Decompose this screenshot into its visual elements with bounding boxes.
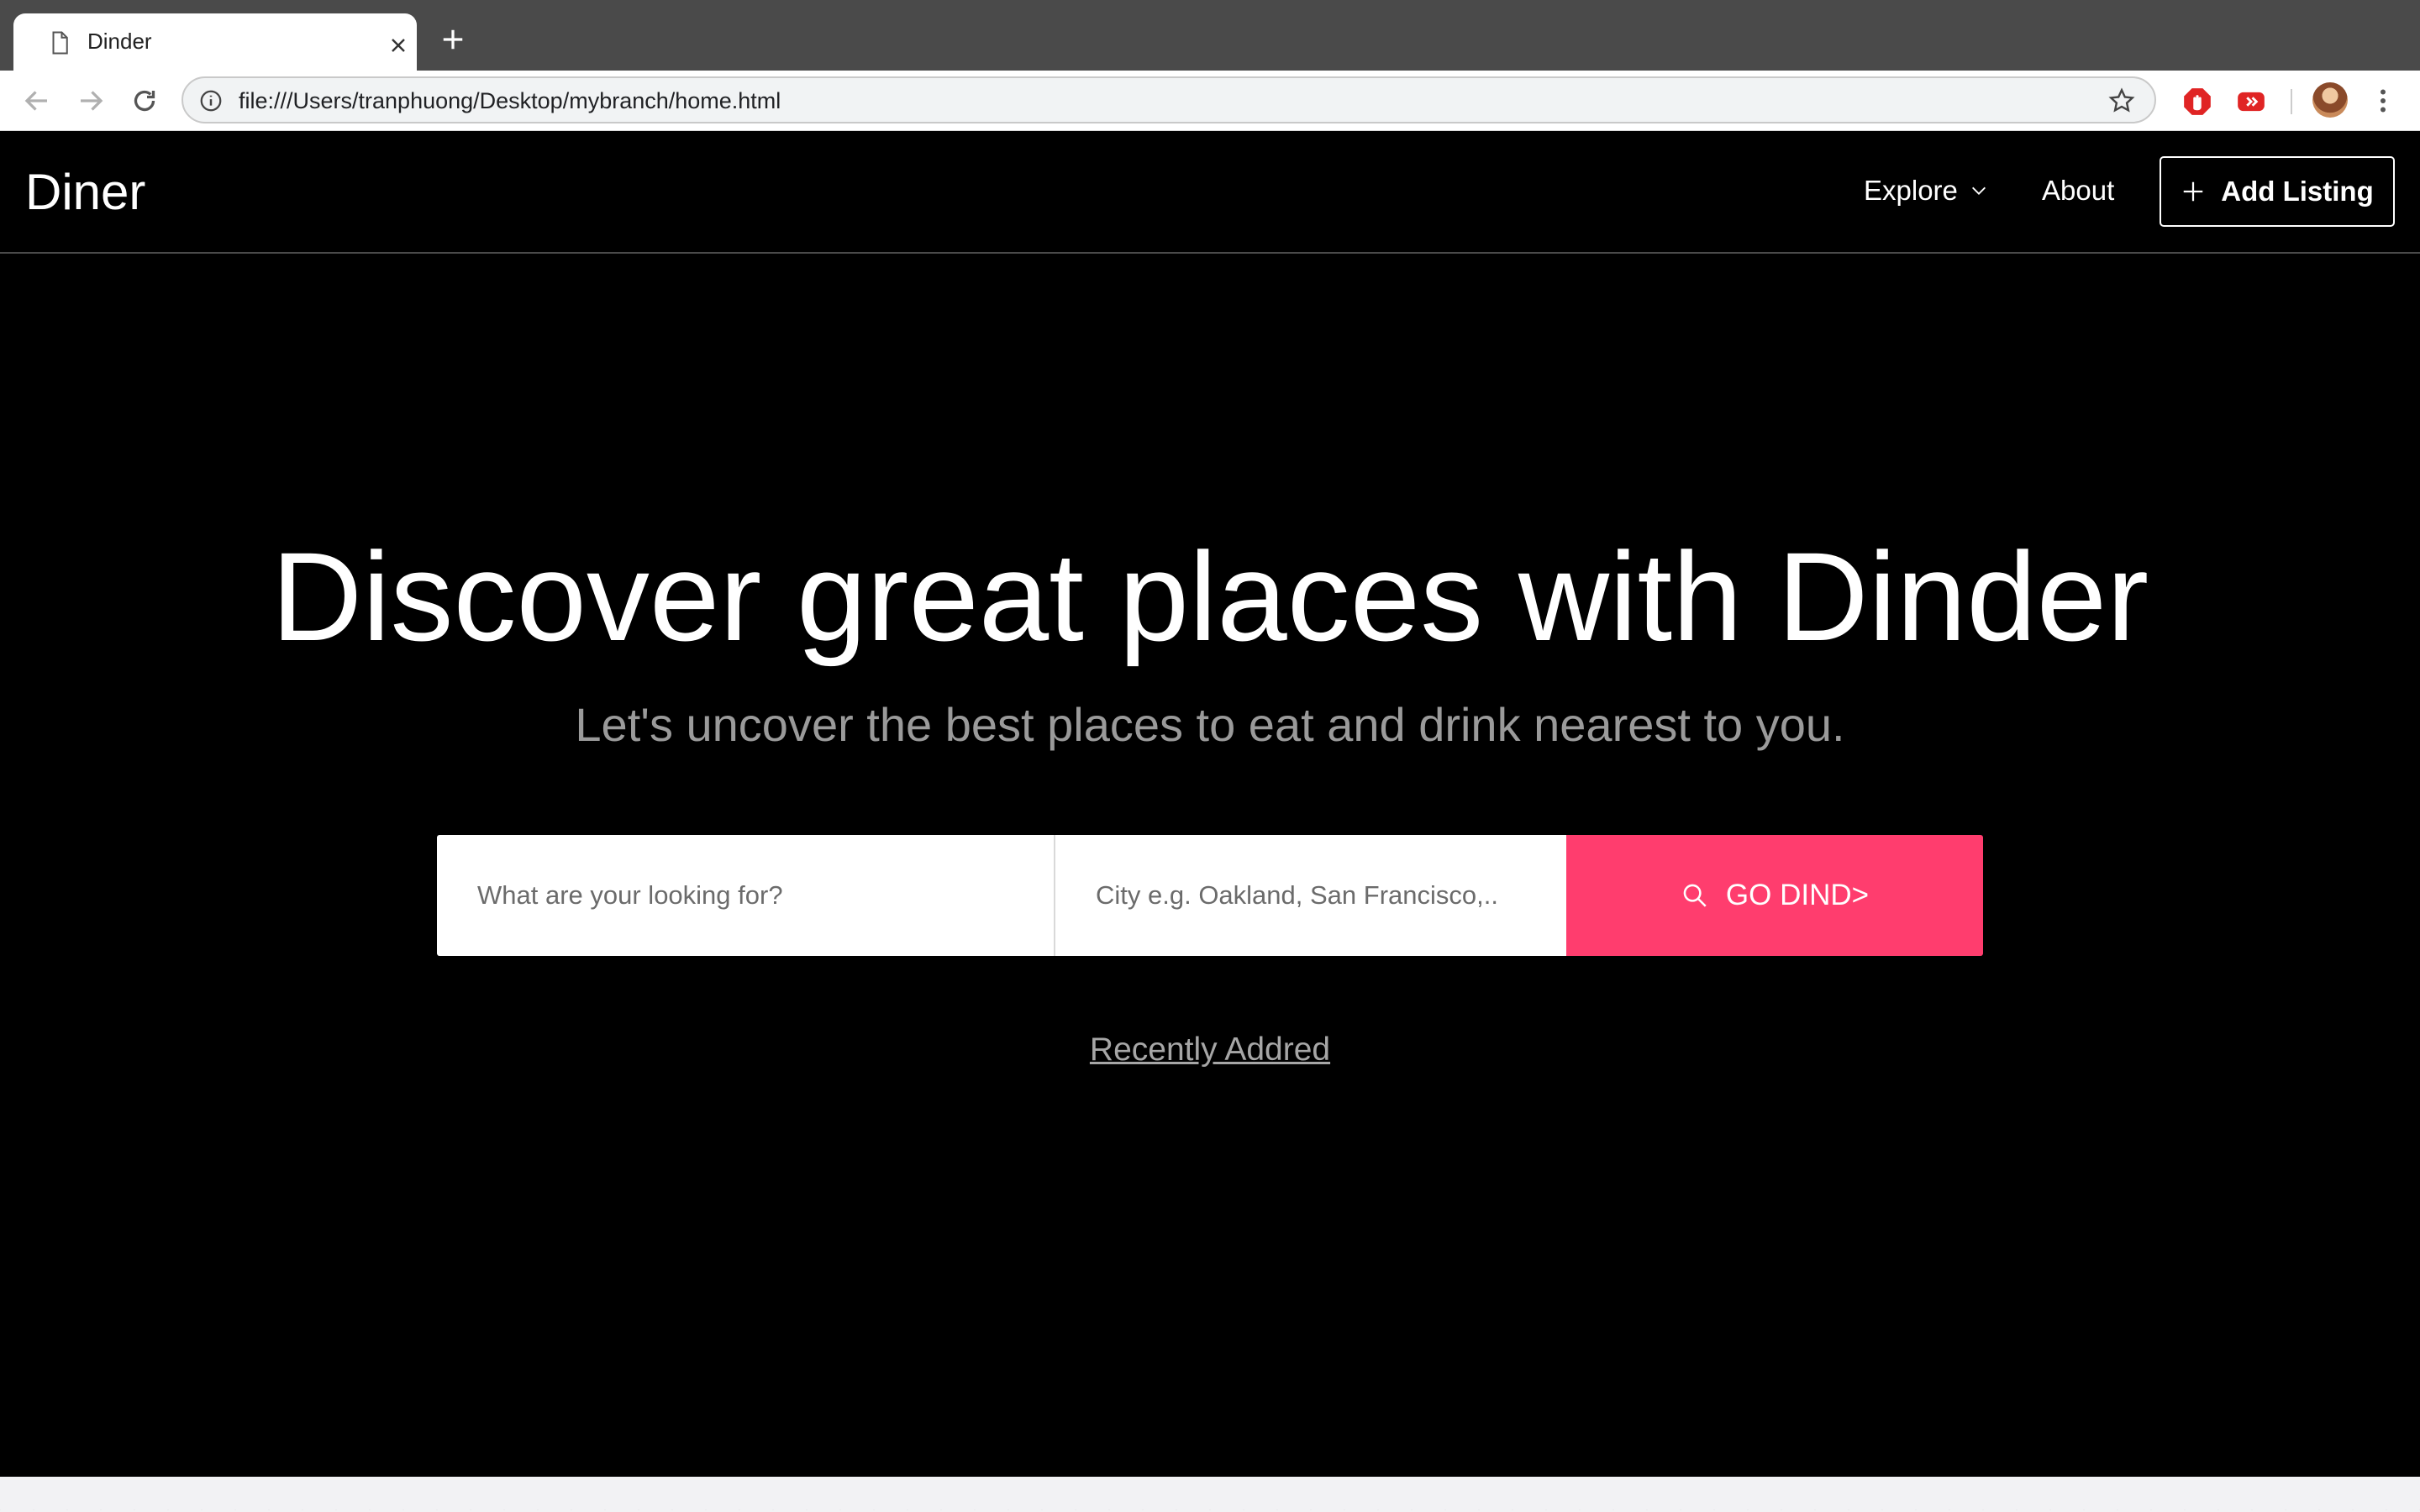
site-logo[interactable]: Diner bbox=[25, 163, 145, 221]
plus-icon[interactable] bbox=[440, 27, 466, 52]
browser-toolbar bbox=[0, 71, 2420, 131]
info-icon[interactable] bbox=[198, 88, 224, 113]
toolbar-separator bbox=[2291, 89, 2292, 114]
nav-explore[interactable]: Explore bbox=[1864, 175, 1988, 207]
browser-tab-strip: Dinder bbox=[0, 0, 2420, 71]
back-arrow-icon[interactable] bbox=[22, 86, 52, 116]
url-field[interactable] bbox=[239, 88, 2003, 114]
recently-added-label[interactable]: Recently Addred bbox=[1090, 1032, 1330, 1068]
recently-added-link[interactable]: Recently Addred bbox=[0, 1032, 2420, 1068]
plus-icon bbox=[2184, 181, 2203, 202]
doc-icon bbox=[52, 31, 68, 55]
add-listing-label: Add Listing bbox=[2221, 176, 2374, 207]
address-bar[interactable] bbox=[182, 76, 2156, 123]
nav-about[interactable]: About bbox=[2042, 175, 2114, 207]
search-button-label: GO DIND> bbox=[1725, 879, 1870, 911]
search-button[interactable]: GO DIND> bbox=[1566, 835, 1983, 956]
search-icon bbox=[1683, 884, 1707, 907]
nav-explore-label: Explore bbox=[1864, 175, 1958, 206]
adblock-icon[interactable] bbox=[2181, 86, 2213, 118]
reload-icon[interactable] bbox=[129, 86, 160, 116]
footer-pattern-strip bbox=[0, 1477, 2420, 1512]
tab-title: Dinder bbox=[87, 29, 152, 54]
site-header: Diner Explore About Add Listing bbox=[0, 131, 2420, 254]
city-input[interactable] bbox=[1055, 835, 1566, 956]
search-input[interactable] bbox=[437, 835, 1055, 956]
hero-subtitle: Let's uncover the best places to eat and… bbox=[575, 698, 1845, 751]
browser-tab[interactable]: Dinder bbox=[13, 13, 417, 71]
hero-title: Discover great places with Dinder bbox=[271, 526, 2149, 667]
close-icon[interactable] bbox=[388, 35, 408, 55]
youtube-icon[interactable] bbox=[2235, 86, 2267, 118]
kebab-menu-icon[interactable] bbox=[2373, 86, 2393, 116]
add-listing-button[interactable]: Add Listing bbox=[2160, 156, 2395, 227]
search-bar: GO DIND> bbox=[437, 835, 1983, 956]
avatar[interactable] bbox=[2312, 82, 2348, 118]
chevron-down-icon bbox=[1971, 186, 1986, 195]
forward-arrow-icon[interactable] bbox=[76, 86, 106, 116]
star-icon[interactable] bbox=[2107, 87, 2136, 115]
